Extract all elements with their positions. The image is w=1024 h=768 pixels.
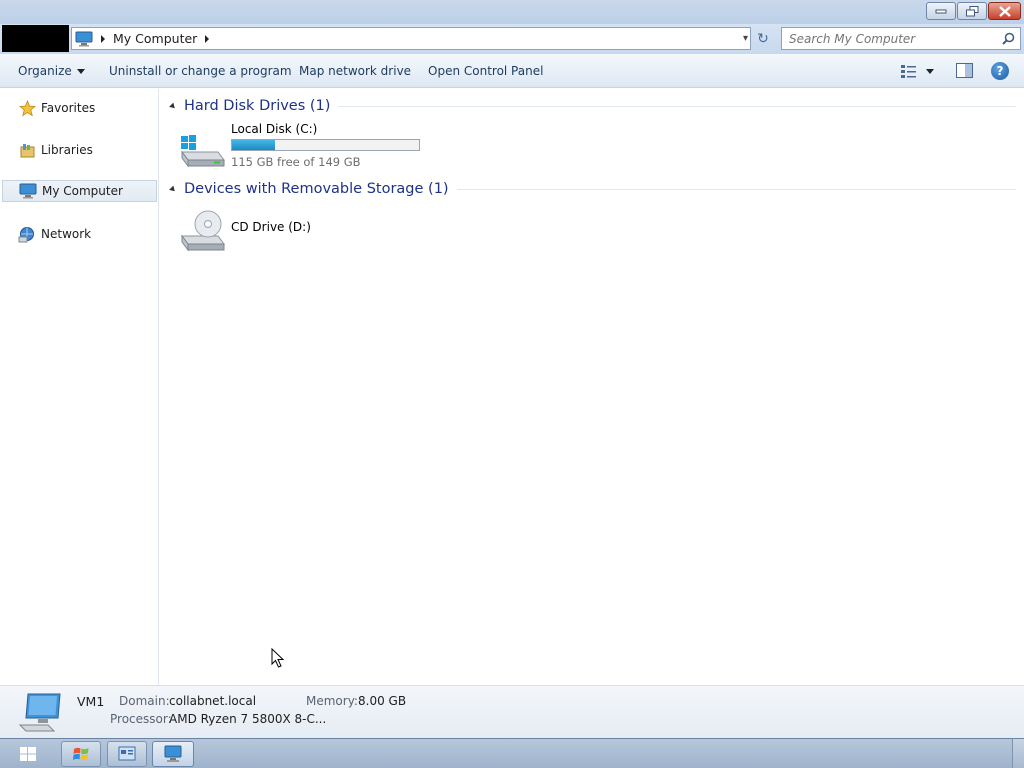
computer-icon: [164, 745, 182, 762]
chevron-down-icon: [926, 68, 934, 74]
close-icon: [998, 5, 1011, 17]
drive-info: CD Drive (D:): [231, 206, 311, 254]
address-dropdown-icon[interactable]: ▾: [743, 33, 748, 44]
group-title: Devices with Removable Storage (1): [184, 181, 449, 197]
show-desktop-button[interactable]: [1012, 739, 1024, 768]
address-bar[interactable]: My Computer ▾: [71, 27, 751, 50]
nav-item-libraries[interactable]: Libraries: [2, 139, 157, 161]
drive-usage-bar: [231, 139, 420, 151]
nav-item-favorites[interactable]: Favorites: [2, 97, 157, 119]
memory-value: 8.00 GB: [358, 694, 407, 708]
taskbar-windows-explorer-button[interactable]: [61, 741, 101, 767]
drive-name: CD Drive (D:): [231, 220, 311, 234]
cd-drive-icon: [181, 210, 225, 252]
group-header-removable-storage[interactable]: Devices with Removable Storage (1): [168, 179, 1016, 199]
back-forward-buttons[interactable]: [2, 25, 69, 52]
processor-label: Processor:: [110, 712, 172, 726]
details-pane: VM1 Domain: collabnet.local Memory: 8.00…: [0, 685, 1024, 738]
navigation-pane: Favorites Libraries My Computer Network: [0, 89, 159, 685]
drive-free-space: 115 GB free of 149 GB: [231, 155, 361, 169]
collapse-arrow-icon[interactable]: [169, 102, 177, 110]
preview-pane-icon: [956, 63, 973, 78]
open-control-panel-button[interactable]: Open Control Panel: [428, 64, 543, 78]
drive-item-local-disk-c[interactable]: Local Disk (C:) 115 GB free of 149 GB: [178, 122, 420, 170]
computer-icon: [19, 182, 37, 200]
computer-icon: [18, 693, 61, 732]
address-row: My Computer ▾ ↻: [0, 24, 1024, 54]
minimize-button[interactable]: [926, 2, 956, 20]
breadcrumb-separator[interactable]: [205, 34, 210, 43]
memory-label: Memory:: [306, 694, 358, 708]
organize-label: Organize: [18, 64, 72, 78]
search-input[interactable]: [789, 31, 989, 46]
nav-item-label: Network: [41, 227, 92, 241]
windows-logo-icon: [20, 747, 36, 761]
drive-item-cd-drive-d[interactable]: CD Drive (D:): [178, 206, 311, 254]
restore-icon: [965, 5, 978, 16]
computer-icon: [75, 31, 93, 46]
help-button[interactable]: ?: [991, 62, 1009, 80]
change-view-button[interactable]: [900, 63, 934, 79]
map-network-drive-button[interactable]: Map network drive: [299, 64, 411, 78]
title-bar: [0, 0, 1024, 24]
group-divider: [456, 188, 1016, 190]
nav-item-label: My Computer: [42, 184, 123, 198]
star-icon: [18, 99, 36, 117]
chevron-down-icon: [76, 68, 85, 74]
nav-item-label: Favorites: [41, 101, 96, 115]
nav-item-my-computer[interactable]: My Computer: [2, 180, 157, 202]
command-bar: Organize Uninstall or change a program M…: [0, 54, 1024, 88]
restore-button[interactable]: [957, 2, 987, 20]
mouse-cursor-icon: [271, 648, 285, 668]
group-divider: [338, 105, 1016, 107]
view-options-icon: [901, 65, 916, 78]
windows-flag-icon: [73, 747, 89, 761]
content-area: Hard Disk Drives (1) Local Disk (C:) 115…: [160, 89, 1024, 685]
taskbar-my-computer-button[interactable]: [152, 741, 194, 767]
drive-usage-fill: [232, 140, 275, 150]
preview-pane-button[interactable]: [956, 63, 973, 81]
breadcrumb-separator[interactable]: [101, 34, 105, 43]
hard-disk-icon: [181, 135, 225, 168]
search-icon[interactable]: [1002, 32, 1015, 45]
domain-value: collabnet.local: [169, 694, 257, 708]
drive-info: Local Disk (C:) 115 GB free of 149 GB: [231, 122, 420, 170]
start-button[interactable]: [3, 741, 53, 767]
minimize-icon: [935, 9, 947, 14]
computer-name: VM1: [77, 694, 105, 709]
nav-item-network[interactable]: Network: [2, 223, 157, 245]
domain-label: Domain:: [119, 694, 170, 708]
drive-name: Local Disk (C:): [231, 122, 318, 136]
server-manager-icon: [118, 746, 136, 761]
uninstall-program-button[interactable]: Uninstall or change a program: [109, 64, 292, 78]
group-header-hard-disk-drives[interactable]: Hard Disk Drives (1): [168, 96, 1016, 116]
close-button[interactable]: [988, 2, 1021, 20]
network-icon: [18, 225, 36, 243]
organize-button[interactable]: Organize: [18, 64, 85, 78]
library-icon: [18, 141, 36, 159]
collapse-arrow-icon[interactable]: [169, 185, 177, 193]
refresh-button[interactable]: ↻: [752, 28, 774, 50]
group-title: Hard Disk Drives (1): [184, 98, 331, 114]
refresh-icon: ↻: [757, 31, 769, 47]
taskbar-server-manager-button[interactable]: [107, 741, 147, 767]
taskbar: [0, 738, 1024, 768]
breadcrumb-my-computer[interactable]: My Computer: [113, 31, 197, 46]
nav-item-label: Libraries: [41, 143, 93, 157]
search-box[interactable]: [781, 27, 1021, 50]
processor-value: AMD Ryzen 7 5800X 8-C...: [169, 712, 327, 726]
